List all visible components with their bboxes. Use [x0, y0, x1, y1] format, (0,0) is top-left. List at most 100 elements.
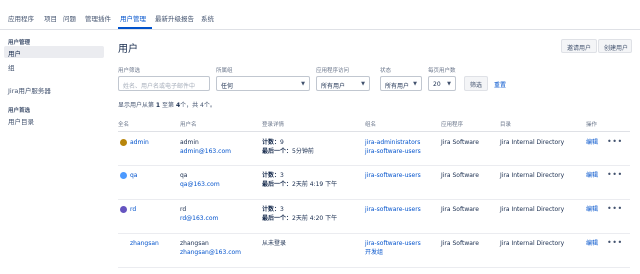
- user-directory: Jira Internal Directory: [500, 240, 565, 247]
- sidebar-item-user-server[interactable]: Jira用户服务器: [4, 83, 104, 95]
- tab-upgrade-report[interactable]: 最新升级报告: [155, 13, 194, 23]
- user-application: Jira Software: [441, 172, 479, 179]
- login-count-value: 9: [280, 139, 284, 146]
- more-actions-icon[interactable]: •••: [607, 238, 623, 247]
- user-directory: Jira Internal Directory: [500, 206, 565, 213]
- user-fullname[interactable]: admin: [130, 138, 149, 147]
- app-access-value: 所有用户: [321, 83, 346, 90]
- last-login-label: 最后一个：: [262, 148, 293, 155]
- never-logged-in: 从未登录: [262, 240, 287, 247]
- tab-applications[interactable]: 应用程序: [8, 13, 34, 23]
- more-actions-icon[interactable]: •••: [607, 137, 623, 146]
- edit-link[interactable]: 编辑: [586, 205, 598, 214]
- user-filter-input[interactable]: 姓名、用户名或电子邮件中: [118, 76, 210, 91]
- group-select-value: 任何: [221, 83, 234, 90]
- login-count-value: 3: [280, 172, 284, 179]
- group-link[interactable]: jira-software-users: [365, 239, 421, 248]
- status-label: 状态: [380, 68, 392, 74]
- avatar: [120, 139, 127, 146]
- user-filter-label: 用户筛选: [118, 68, 141, 74]
- login-count: 计数：3: [262, 205, 284, 214]
- group-link[interactable]: jira-administrators: [365, 138, 420, 147]
- last-login-label: 最后一个：: [262, 181, 293, 188]
- login-count: 计数：9: [262, 138, 284, 147]
- chevron-down-icon: ▼: [413, 81, 417, 87]
- user-username: zhangsan: [180, 240, 209, 247]
- tab-manage-apps[interactable]: 管理插件: [85, 13, 111, 23]
- status-select[interactable]: 所有用户 ▼: [380, 76, 422, 91]
- table-header: 全名 用户名 登录详情 组名 应用程序 目录 操作: [118, 120, 630, 132]
- per-page-label: 每页用户数: [428, 68, 456, 74]
- results-summary: 显示用户从第 1 至第 4个，共 4个。: [118, 100, 216, 109]
- login-count: 计数：3: [262, 171, 284, 180]
- filter-button[interactable]: 筛选: [464, 76, 488, 91]
- summary-prefix: 显示用户从第: [118, 102, 156, 109]
- user-filter-placeholder: 姓名、用户名或电子邮件中: [123, 83, 196, 90]
- app-access-select[interactable]: 所有用户 ▼: [316, 76, 370, 91]
- column-fullname: 全名: [118, 122, 130, 128]
- login-count-label: 计数：: [262, 206, 281, 213]
- avatar: [120, 172, 127, 179]
- user-directory: Jira Internal Directory: [500, 172, 565, 179]
- create-user-button[interactable]: 创建用户: [598, 39, 632, 53]
- last-login-value: 2天前 4:20 下午: [292, 215, 338, 222]
- main-content: 用户 邀请用户 创建用户 用户筛选 姓名、用户名或电子邮件中 所属组 任何 ▼ …: [108, 30, 640, 274]
- status-value: 所有用户: [385, 83, 410, 90]
- last-login: 最后一个：2天前 4:20 下午: [262, 214, 337, 223]
- per-page-select[interactable]: 20 ▼: [428, 76, 456, 91]
- tab-issues[interactable]: 问题: [63, 13, 76, 23]
- user-application: Jira Software: [441, 206, 479, 213]
- sidebar-section-user-management: 用户管理: [8, 40, 31, 46]
- table-row: zhangsan zhangsan zhangsan@163.com 从未登录 …: [118, 234, 630, 268]
- active-tab-indicator: [118, 27, 152, 29]
- last-login: 最后一个：5分钟前: [262, 147, 314, 156]
- tab-projects[interactable]: 项目: [44, 13, 57, 23]
- user-username: qa: [180, 172, 188, 179]
- avatar: [120, 206, 127, 213]
- group-link[interactable]: jira-software-users: [365, 205, 421, 214]
- chevron-down-icon: ▼: [447, 81, 451, 87]
- tab-system[interactable]: 系统: [201, 13, 214, 23]
- sidebar-item-user-directories[interactable]: 用户目录: [4, 114, 104, 126]
- sidebar-item-groups[interactable]: 组: [4, 60, 104, 72]
- group-link[interactable]: jira-software-users: [365, 147, 421, 156]
- column-username: 用户名: [180, 122, 197, 128]
- summary-mid: 至第: [160, 102, 176, 109]
- user-application: Jira Software: [441, 240, 479, 247]
- reset-link[interactable]: 重置: [494, 80, 506, 89]
- user-email[interactable]: zhangsan@163.com: [180, 248, 241, 257]
- user-fullname[interactable]: qa: [130, 171, 138, 180]
- user-fullname[interactable]: rd: [130, 205, 136, 214]
- user-email[interactable]: qa@163.com: [180, 180, 220, 189]
- group-link[interactable]: 开发组: [365, 248, 383, 257]
- login-count-label: 计数：: [262, 172, 281, 179]
- user-application: Jira Software: [441, 139, 479, 146]
- login-count-value: 3: [280, 206, 284, 213]
- invite-user-button[interactable]: 邀请用户: [561, 39, 597, 53]
- column-directory: 目录: [500, 122, 512, 128]
- edit-link[interactable]: 编辑: [586, 138, 598, 147]
- group-link[interactable]: jira-software-users: [365, 171, 421, 180]
- tab-user-management[interactable]: 用户管理: [120, 13, 146, 23]
- more-actions-icon[interactable]: •••: [607, 170, 623, 179]
- edit-link[interactable]: 编辑: [586, 239, 598, 248]
- last-login-label: 最后一个：: [262, 215, 293, 222]
- table-row: admin admin admin@163.com 计数：9 最后一个：5分钟前…: [118, 133, 630, 166]
- last-login-value: 2天前 4:19 下午: [292, 181, 338, 188]
- sidebar-item-users[interactable]: 用户: [4, 46, 104, 58]
- more-actions-icon[interactable]: •••: [607, 204, 623, 213]
- sidebar-section-user-preferences: 用户首选: [8, 108, 31, 114]
- sidebar: 用户管理 用户 组 Jira用户服务器 用户首选 用户目录: [0, 30, 108, 274]
- column-actions: 操作: [586, 122, 598, 128]
- user-email[interactable]: admin@163.com: [180, 147, 231, 156]
- table-row: rd rd rd@163.com 计数：3 最后一个：2天前 4:20 下午 j…: [118, 200, 630, 234]
- chevron-down-icon: ▼: [301, 81, 305, 87]
- group-select[interactable]: 任何 ▼: [216, 76, 310, 91]
- user-directory: Jira Internal Directory: [500, 139, 565, 146]
- column-login-details: 登录详情: [262, 122, 285, 128]
- edit-link[interactable]: 编辑: [586, 171, 598, 180]
- login-count-label: 计数：: [262, 139, 281, 146]
- user-email[interactable]: rd@163.com: [180, 214, 218, 223]
- table-row: qa qa qa@163.com 计数：3 最后一个：2天前 4:19 下午 j…: [118, 166, 630, 200]
- user-fullname[interactable]: zhangsan: [130, 239, 159, 248]
